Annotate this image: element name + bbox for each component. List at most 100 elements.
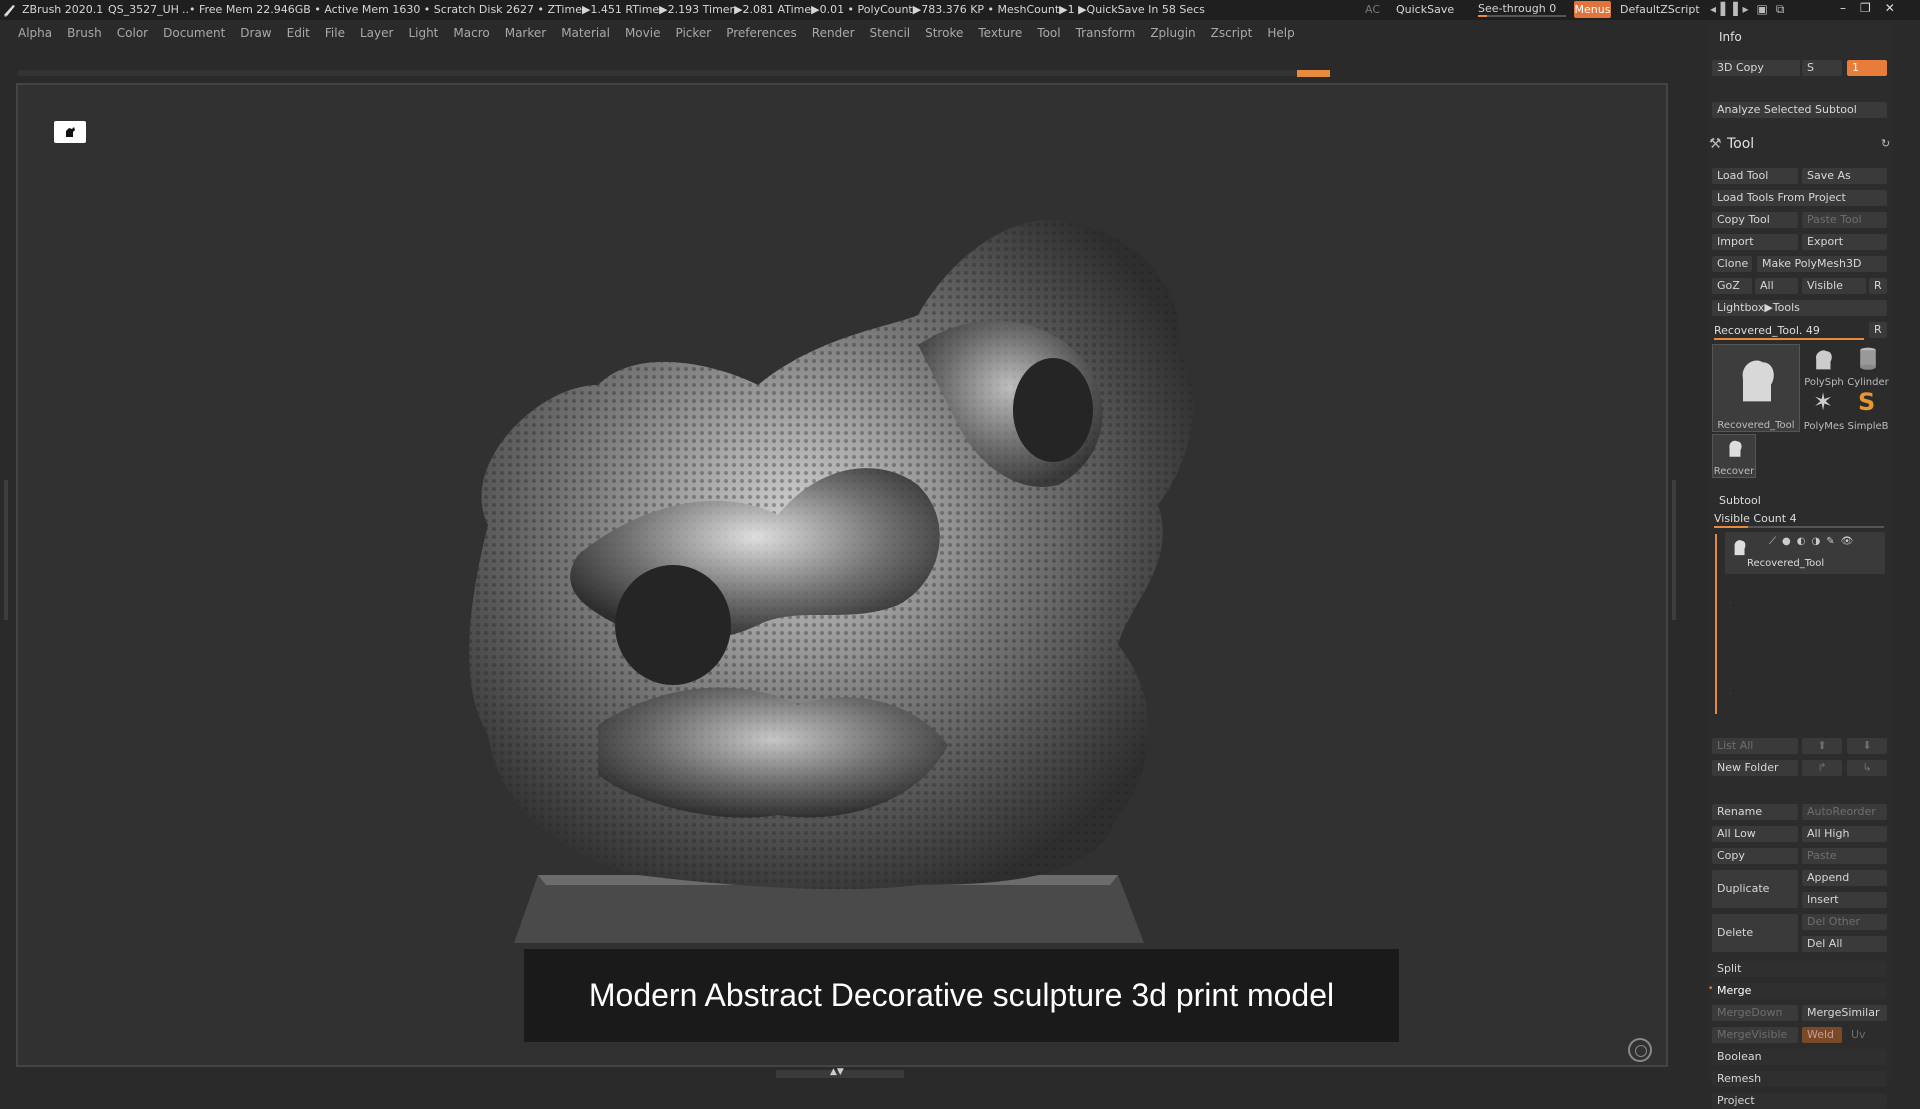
- move-up-icon[interactable]: ⬆: [1802, 738, 1842, 754]
- menu-color[interactable]: Color: [117, 22, 148, 44]
- refresh-icon[interactable]: ↻: [1881, 137, 1890, 150]
- new-folder-button[interactable]: New Folder: [1712, 760, 1798, 776]
- menu-stencil[interactable]: Stencil: [870, 22, 911, 44]
- delete-button[interactable]: Delete: [1712, 914, 1798, 952]
- append-button[interactable]: Append: [1802, 870, 1887, 886]
- split-section[interactable]: Split: [1712, 961, 1887, 977]
- subtool-item[interactable]: ⟋ ● ◐ ◑ ✎ 👁 Recovered_Tool: [1725, 532, 1885, 574]
- 3d-copy-s-button[interactable]: S: [1802, 60, 1842, 76]
- menu-marker[interactable]: Marker: [505, 22, 546, 44]
- tool-slider[interactable]: [1714, 338, 1864, 340]
- folder-up-icon[interactable]: ↱: [1802, 760, 1842, 776]
- mergevisible-button[interactable]: MergeVisible: [1712, 1027, 1798, 1043]
- 3d-copy-value[interactable]: 1: [1847, 60, 1887, 76]
- goz-r-button[interactable]: R: [1869, 278, 1887, 294]
- left-tray-grip[interactable]: [4, 480, 8, 620]
- canvas-viewport[interactable]: Modern Abstract Decorative sculpture 3d …: [16, 83, 1668, 1067]
- duplicate-button[interactable]: Duplicate: [1712, 870, 1798, 908]
- mergedown-button[interactable]: MergeDown: [1712, 1005, 1798, 1021]
- circle-icon[interactable]: ◑: [1811, 536, 1820, 547]
- tool-r-button[interactable]: R: [1869, 322, 1887, 338]
- brush-icon[interactable]: ⟋: [1769, 536, 1776, 547]
- windows-icon[interactable]: ⧉: [1776, 2, 1785, 17]
- cylinder-thumbnail[interactable]: Cylinder: [1846, 344, 1890, 388]
- menu-edit[interactable]: Edit: [287, 22, 310, 44]
- subtool-title[interactable]: Subtool: [1719, 494, 1761, 507]
- remesh-section[interactable]: Remesh: [1712, 1071, 1887, 1087]
- menu-help[interactable]: Help: [1267, 22, 1294, 44]
- eye-icon[interactable]: 👁: [1841, 536, 1854, 547]
- see-through-slider[interactable]: See-through 0: [1476, 1, 1568, 18]
- load-tools-from-project-button[interactable]: Load Tools From Project: [1712, 190, 1887, 206]
- all-high-button[interactable]: All High: [1802, 826, 1887, 842]
- right-tray-grip[interactable]: [1672, 480, 1676, 620]
- recovered-tool-thumbnail[interactable]: Recovered_Tool: [1712, 344, 1800, 432]
- all-low-button[interactable]: All Low: [1712, 826, 1798, 842]
- goz-button[interactable]: GoZ: [1712, 278, 1752, 294]
- menu-zplugin[interactable]: Zplugin: [1150, 22, 1195, 44]
- menu-light[interactable]: Light: [408, 22, 438, 44]
- menu-document[interactable]: Document: [163, 22, 225, 44]
- shelf-marker[interactable]: [1297, 70, 1330, 77]
- mergesimilar-button[interactable]: MergeSimilar: [1802, 1005, 1887, 1021]
- menu-layer[interactable]: Layer: [360, 22, 393, 44]
- uv-toggle[interactable]: Uv: [1846, 1027, 1886, 1043]
- insert-button[interactable]: Insert: [1802, 892, 1887, 908]
- lightbox-tools-button[interactable]: Lightbox▶Tools: [1712, 300, 1887, 316]
- menu-transform[interactable]: Transform: [1076, 22, 1136, 44]
- menu-brush[interactable]: Brush: [67, 22, 102, 44]
- menu-picker[interactable]: Picker: [675, 22, 711, 44]
- menus-button[interactable]: Menus: [1574, 1, 1611, 18]
- menu-movie[interactable]: Movie: [625, 22, 661, 44]
- recover-thumbnail[interactable]: Recover: [1712, 434, 1756, 478]
- import-button[interactable]: Import: [1712, 234, 1798, 250]
- del-all-button[interactable]: Del All: [1802, 936, 1887, 952]
- simplebrush-thumbnail[interactable]: S SimpleB: [1846, 388, 1890, 432]
- autoreorder-button[interactable]: AutoReorder: [1802, 804, 1887, 820]
- layout-icon[interactable]: ▣: [1757, 2, 1768, 17]
- menu-draw[interactable]: Draw: [240, 22, 271, 44]
- menu-preferences[interactable]: Preferences: [726, 22, 797, 44]
- copy-button[interactable]: Copy: [1712, 848, 1798, 864]
- del-other-button[interactable]: Del Other: [1802, 914, 1887, 930]
- close-icon[interactable]: ✕: [1885, 1, 1895, 15]
- make-polymesh-button[interactable]: Make PolyMesh3D: [1757, 256, 1887, 272]
- menu-macro[interactable]: Macro: [453, 22, 489, 44]
- paste-button[interactable]: Paste: [1802, 848, 1887, 864]
- dock-right-icon[interactable]: ▌▸: [1733, 2, 1748, 17]
- menu-stroke[interactable]: Stroke: [925, 22, 963, 44]
- project-section[interactable]: Project: [1712, 1093, 1887, 1109]
- folder-down-icon[interactable]: ↳: [1847, 760, 1887, 776]
- analyze-subtool-button[interactable]: Analyze Selected Subtool: [1712, 102, 1887, 118]
- chevron-updown-icon[interactable]: ▲▼: [830, 1067, 844, 1077]
- navigation-gizmo-icon[interactable]: [1628, 1038, 1652, 1062]
- default-zscript-button[interactable]: DefaultZScript: [1620, 3, 1700, 16]
- snapshot-icon[interactable]: [54, 121, 86, 143]
- restore-icon[interactable]: ❐: [1860, 1, 1871, 15]
- bottom-tray-handle[interactable]: ▲▼: [776, 1067, 904, 1078]
- subtool-scrollbar[interactable]: [1715, 534, 1717, 714]
- goz-all-button[interactable]: All: [1755, 278, 1798, 294]
- weld-toggle[interactable]: Weld: [1802, 1027, 1842, 1043]
- menu-file[interactable]: File: [325, 22, 345, 44]
- rename-button[interactable]: Rename: [1712, 804, 1798, 820]
- ac-label[interactable]: AC: [1365, 3, 1380, 16]
- menu-render[interactable]: Render: [812, 22, 855, 44]
- polysphere-thumbnail[interactable]: PolySph: [1802, 344, 1846, 388]
- half-circle-icon[interactable]: ◐: [1797, 536, 1806, 547]
- save-as-button[interactable]: Save As: [1802, 168, 1887, 184]
- menu-material[interactable]: Material: [561, 22, 610, 44]
- menu-tool[interactable]: Tool: [1037, 22, 1060, 44]
- clone-button[interactable]: Clone: [1712, 256, 1752, 272]
- menu-alpha[interactable]: Alpha: [18, 22, 52, 44]
- see-through-track[interactable]: [1478, 15, 1566, 17]
- boolean-section[interactable]: Boolean: [1712, 1049, 1887, 1065]
- copy-tool-button[interactable]: Copy Tool: [1712, 212, 1798, 228]
- toggle-on-icon[interactable]: ●: [1782, 536, 1791, 547]
- tool-title[interactable]: Tool: [1727, 136, 1754, 152]
- quicksave-button[interactable]: QuickSave: [1396, 3, 1454, 16]
- 3d-copy-button[interactable]: 3D Copy: [1712, 60, 1800, 76]
- goz-visible-button[interactable]: Visible: [1802, 278, 1866, 294]
- dock-left-icon[interactable]: ◂▐: [1710, 2, 1725, 17]
- merge-section[interactable]: Merge: [1712, 983, 1887, 999]
